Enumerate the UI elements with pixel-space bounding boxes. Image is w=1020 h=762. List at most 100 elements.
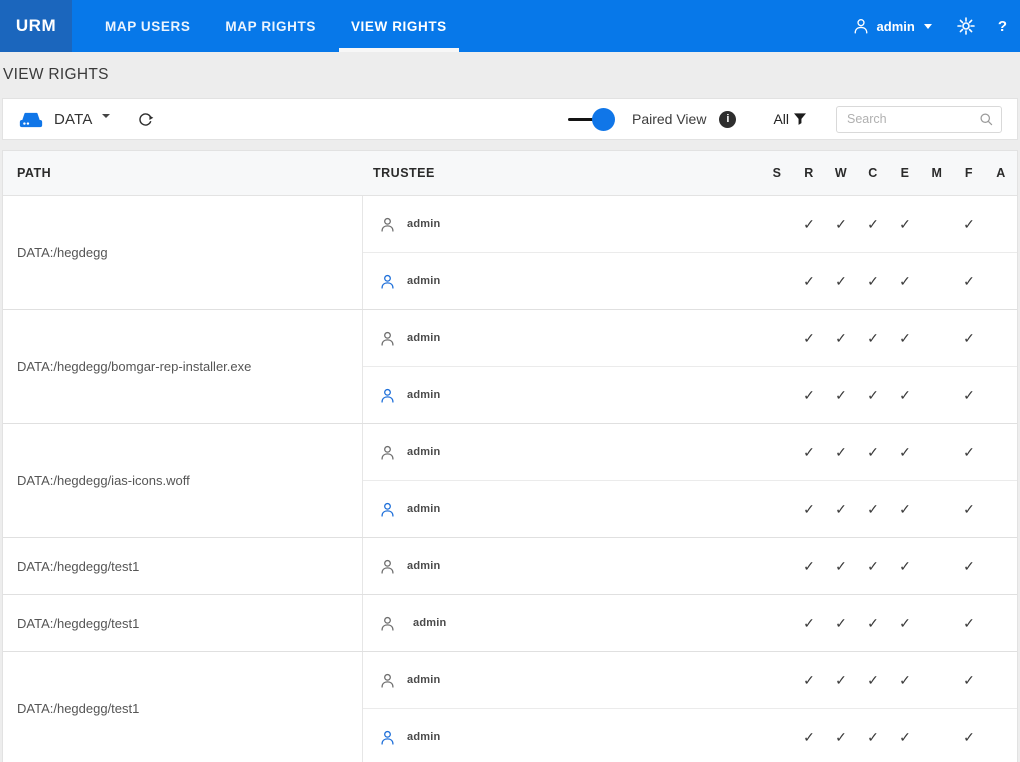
navbar-right: admin ? xyxy=(852,0,1020,52)
column-header-trustee: TRUSTEE xyxy=(363,166,761,180)
trustee-cell: admin xyxy=(363,729,761,746)
table-header: PATH TRUSTEE SRWCEMFA xyxy=(3,151,1017,196)
table-row-group: DATA:/hegdegg/ias-icons.woffadmin✓✓✓✓✓ad… xyxy=(3,424,1017,538)
trustee-row: admin✓✓✓✓✓ xyxy=(363,595,1017,651)
perm-cell-f: ✓ xyxy=(953,273,985,290)
perm-cell-f: ✓ xyxy=(953,216,985,233)
trustee-name: admin xyxy=(407,218,440,230)
app-logo[interactable]: URM xyxy=(0,0,72,52)
person-icon xyxy=(379,729,396,746)
trustee-row: admin✓✓✓✓✓ xyxy=(363,252,1017,309)
trustee-name: admin xyxy=(407,674,440,686)
toolbar-right: Paired View i All xyxy=(568,106,1002,133)
help-button[interactable]: ? xyxy=(998,18,1007,35)
trustee-row: admin✓✓✓✓✓ xyxy=(363,538,1017,594)
table-row-group: DATA:/hegdegg/bomgar-rep-installer.exead… xyxy=(3,310,1017,424)
perm-cell-c: ✓ xyxy=(857,729,889,746)
perm-cell-c: ✓ xyxy=(857,501,889,518)
perm-cell-c: ✓ xyxy=(857,330,889,347)
filter-all-label: All xyxy=(773,111,789,127)
info-icon[interactable]: i xyxy=(719,111,736,128)
perm-cell-c: ✓ xyxy=(857,615,889,632)
toggle-thumb[interactable] xyxy=(592,108,615,131)
trustee-rows: admin✓✓✓✓✓admin✓✓✓✓✓ xyxy=(363,196,1017,309)
perm-cell-r: ✓ xyxy=(793,444,825,461)
dataset-label: DATA xyxy=(54,111,93,128)
perm-cell-r: ✓ xyxy=(793,501,825,518)
perm-cell-f: ✓ xyxy=(953,615,985,632)
path-cell: DATA:/hegdegg/test1 xyxy=(3,595,363,651)
trustee-cell: admin xyxy=(363,330,761,347)
perm-headers: SRWCEMFA xyxy=(761,166,1017,180)
dataset-selector[interactable]: DATA xyxy=(54,111,110,128)
person-icon xyxy=(379,558,396,575)
table-row-group: DATA:/hegdegg/test1admin✓✓✓✓✓admin✓✓✓✓✓ xyxy=(3,652,1017,762)
gear-icon[interactable] xyxy=(956,16,976,36)
trustee-name: admin xyxy=(407,503,440,515)
perm-cell-f: ✓ xyxy=(953,444,985,461)
table-row-group: DATA:/hegdeggadmin✓✓✓✓✓admin✓✓✓✓✓ xyxy=(3,196,1017,310)
column-header-r: R xyxy=(793,166,825,180)
trustee-cell: admin xyxy=(363,672,761,689)
perm-cell-r: ✓ xyxy=(793,387,825,404)
tab-map-users[interactable]: MAP USERS xyxy=(93,0,202,52)
trustee-name: admin xyxy=(407,731,440,743)
perm-cell-w: ✓ xyxy=(825,216,857,233)
tab-view-rights[interactable]: VIEW RIGHTS xyxy=(339,0,459,52)
column-header-m: M xyxy=(921,166,953,180)
trustee-rows: admin✓✓✓✓✓admin✓✓✓✓✓ xyxy=(363,310,1017,423)
perm-cell-e: ✓ xyxy=(889,216,921,233)
path-cell: DATA:/hegdegg/ias-icons.woff xyxy=(3,424,363,537)
path-cell: DATA:/hegdegg/test1 xyxy=(3,652,363,762)
person-icon xyxy=(379,387,396,404)
chevron-down-icon xyxy=(102,114,110,118)
search-input[interactable] xyxy=(836,106,1002,133)
perm-cell-f: ✓ xyxy=(953,672,985,689)
perm-cell-c: ✓ xyxy=(857,273,889,290)
perm-cell-c: ✓ xyxy=(857,216,889,233)
trustee-row: admin✓✓✓✓✓ xyxy=(363,366,1017,423)
column-header-e: E xyxy=(889,166,921,180)
perm-cell-r: ✓ xyxy=(793,330,825,347)
perm-cell-w: ✓ xyxy=(825,672,857,689)
person-icon xyxy=(379,444,396,461)
trustee-cell: admin xyxy=(363,444,761,461)
paired-view-toggle[interactable] xyxy=(568,107,615,132)
perm-cell-c: ✓ xyxy=(857,444,889,461)
perm-cell-f: ✓ xyxy=(953,387,985,404)
user-menu[interactable]: admin xyxy=(877,19,915,34)
person-icon xyxy=(379,672,396,689)
perm-cell-r: ✓ xyxy=(793,729,825,746)
perm-cell-e: ✓ xyxy=(889,444,921,461)
page-title-bar: VIEW RIGHTS xyxy=(0,52,1020,98)
trustee-row: admin✓✓✓✓✓ xyxy=(363,424,1017,480)
trustee-row: admin✓✓✓✓✓ xyxy=(363,310,1017,366)
trustee-cell: admin xyxy=(363,216,761,233)
trustee-name: admin xyxy=(407,389,440,401)
perm-cell-f: ✓ xyxy=(953,729,985,746)
trustee-name: admin xyxy=(407,332,440,344)
perm-cell-r: ✓ xyxy=(793,615,825,632)
chevron-down-icon[interactable] xyxy=(924,24,932,29)
trustee-cell: admin xyxy=(363,501,761,518)
filter-icon[interactable] xyxy=(792,111,808,127)
perm-cell-e: ✓ xyxy=(889,672,921,689)
column-header-a: A xyxy=(985,166,1017,180)
tab-map-rights[interactable]: MAP RIGHTS xyxy=(213,0,328,52)
perm-cell-e: ✓ xyxy=(889,615,921,632)
perm-cell-r: ✓ xyxy=(793,558,825,575)
column-header-w: W xyxy=(825,166,857,180)
perm-cell-w: ✓ xyxy=(825,729,857,746)
perm-cell-w: ✓ xyxy=(825,444,857,461)
user-icon xyxy=(852,17,870,35)
trustee-name: admin xyxy=(413,617,446,629)
trustee-name: admin xyxy=(407,446,440,458)
perm-cell-f: ✓ xyxy=(953,501,985,518)
perm-cell-w: ✓ xyxy=(825,501,857,518)
trustee-cell: admin xyxy=(363,558,761,575)
perm-cell-e: ✓ xyxy=(889,330,921,347)
refresh-button[interactable] xyxy=(137,111,154,128)
rights-table: PATH TRUSTEE SRWCEMFA DATA:/hegdeggadmin… xyxy=(2,150,1018,762)
perm-cell-w: ✓ xyxy=(825,330,857,347)
perm-cell-e: ✓ xyxy=(889,273,921,290)
